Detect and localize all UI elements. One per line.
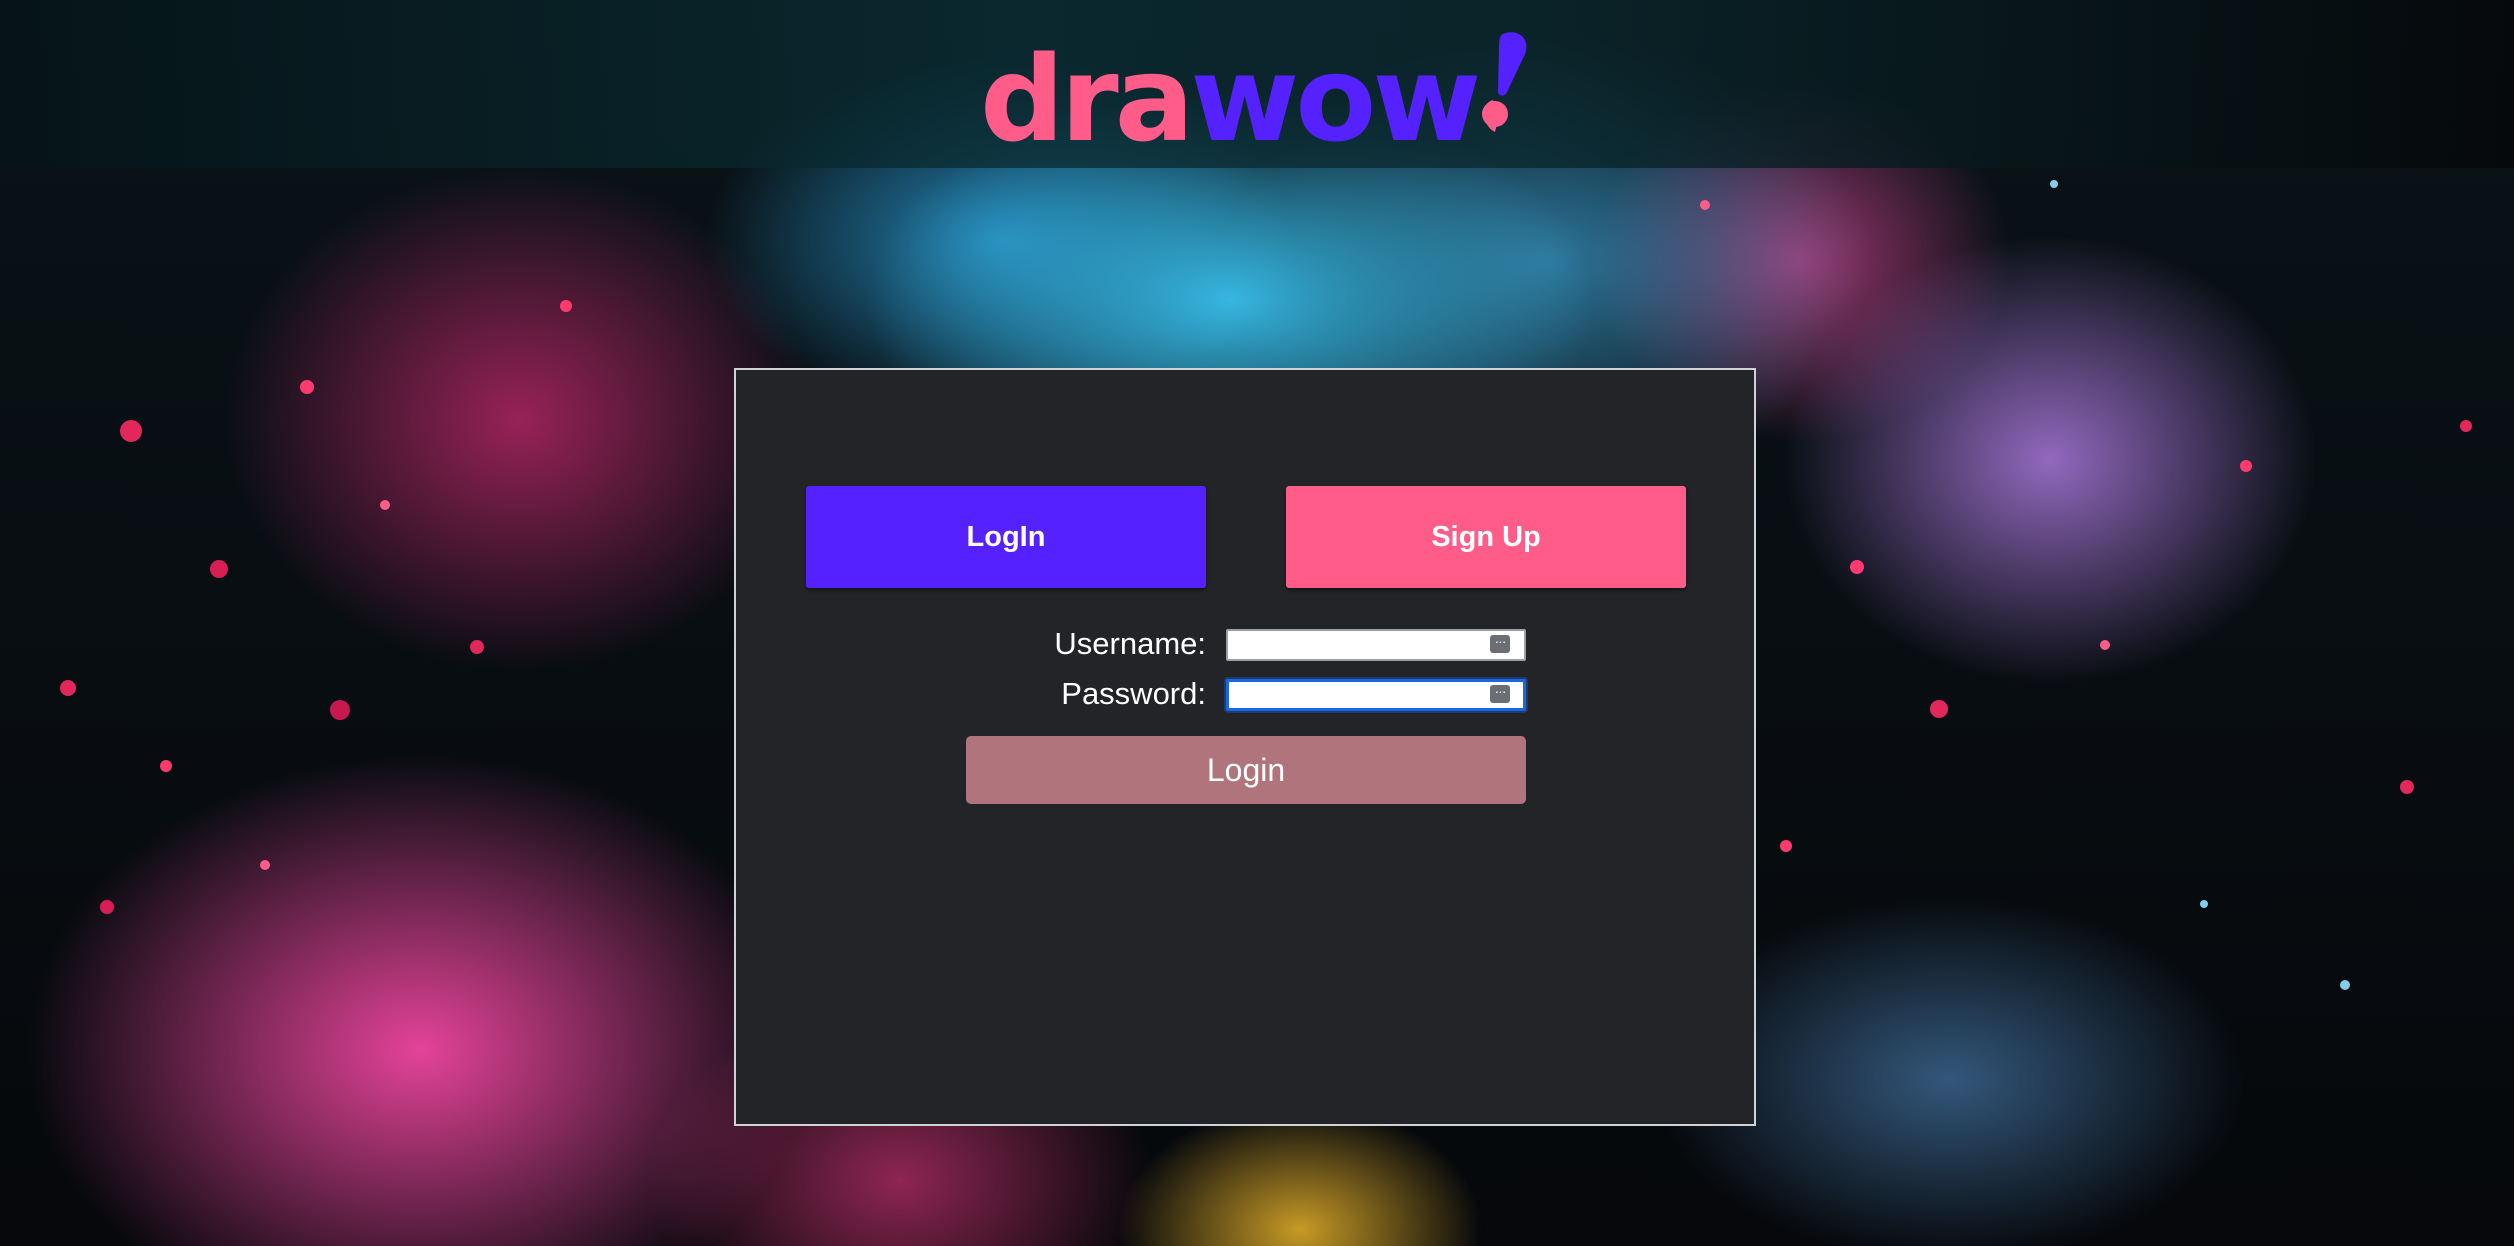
username-label: Username: (1054, 626, 1206, 661)
exclamation-mark-icon (1477, 30, 1531, 140)
password-manager-key-icon[interactable]: ··· (1490, 684, 1510, 703)
password-label: Password: (1061, 676, 1206, 711)
header-bar: dra wow (0, 0, 2514, 168)
tab-login-button[interactable]: LogIn (806, 486, 1206, 588)
tab-signup-button[interactable]: Sign Up (1286, 486, 1686, 588)
username-row: Username: ··· (736, 626, 1754, 662)
logo-text-wow: wow (1190, 30, 1481, 168)
password-manager-key-icon[interactable]: ··· (1490, 634, 1510, 653)
password-row: Password: ··· (736, 676, 1754, 712)
login-submit-button[interactable]: Login (966, 736, 1526, 804)
auth-panel: LogIn Sign Up Username: ··· Password: ··… (734, 368, 1756, 1126)
drawow-logo[interactable]: dra wow (980, 30, 1531, 158)
username-input[interactable] (1226, 629, 1526, 661)
password-input[interactable] (1226, 679, 1526, 711)
logo-text-dra: dra (980, 30, 1194, 168)
